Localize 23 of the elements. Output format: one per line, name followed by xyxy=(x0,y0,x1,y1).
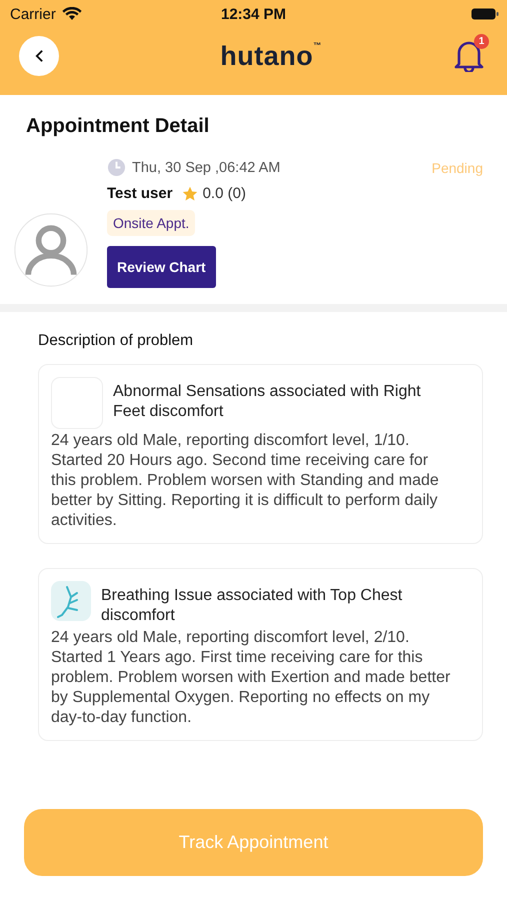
problem-description: 24 years old Male, reporting discomfort level, 2/10. Started 1 Years ago. First time receiving care for this problem. Problem worsen with Exertion and made better by Supplemental Oxygen. Reporting no effects on my day-to-day function. xyxy=(51,628,452,728)
app-logo: hutano$^{™}$ xyxy=(220,40,322,72)
section-title: Description of problem xyxy=(38,332,194,350)
avatar-silhouette-icon xyxy=(13,212,89,288)
patient-name: Test user xyxy=(107,185,173,202)
notification-badge: 1 xyxy=(474,34,489,49)
appointment-datetime: Thu, 30 Sep ,06:42 AM xyxy=(132,160,280,176)
problem-title: Abnormal Sensations associated with Right Feet discomfort xyxy=(113,382,422,422)
problem-title: Breathing Issue associated with Top Chest discomfort xyxy=(101,586,404,626)
page-title: Appointment Detail xyxy=(26,115,210,138)
problem-description: 24 years old Male, reporting discomfort level, 1/10. Started 20 Hours ago. Second time receiving care for this problem. Problem worsen with Standing and made better by Sitting. Reporting it is difficult to perform daily activities. xyxy=(51,431,440,531)
appointment-type-tag: Onsite Appt. xyxy=(107,210,196,236)
clock-icon xyxy=(107,158,126,177)
review-chart-button[interactable]: Review Chart xyxy=(107,246,216,288)
battery-icon xyxy=(471,8,499,20)
bronchi-icon xyxy=(51,581,91,621)
chevron-left-icon xyxy=(34,49,44,63)
status-time: 12:34 PM xyxy=(220,6,286,22)
appointment-status: Pending xyxy=(432,160,483,176)
carrier-label: Carrier xyxy=(10,6,56,22)
rating-value: 0.0 (0) xyxy=(202,185,246,202)
star-icon xyxy=(182,186,198,202)
wifi-icon xyxy=(62,7,82,21)
